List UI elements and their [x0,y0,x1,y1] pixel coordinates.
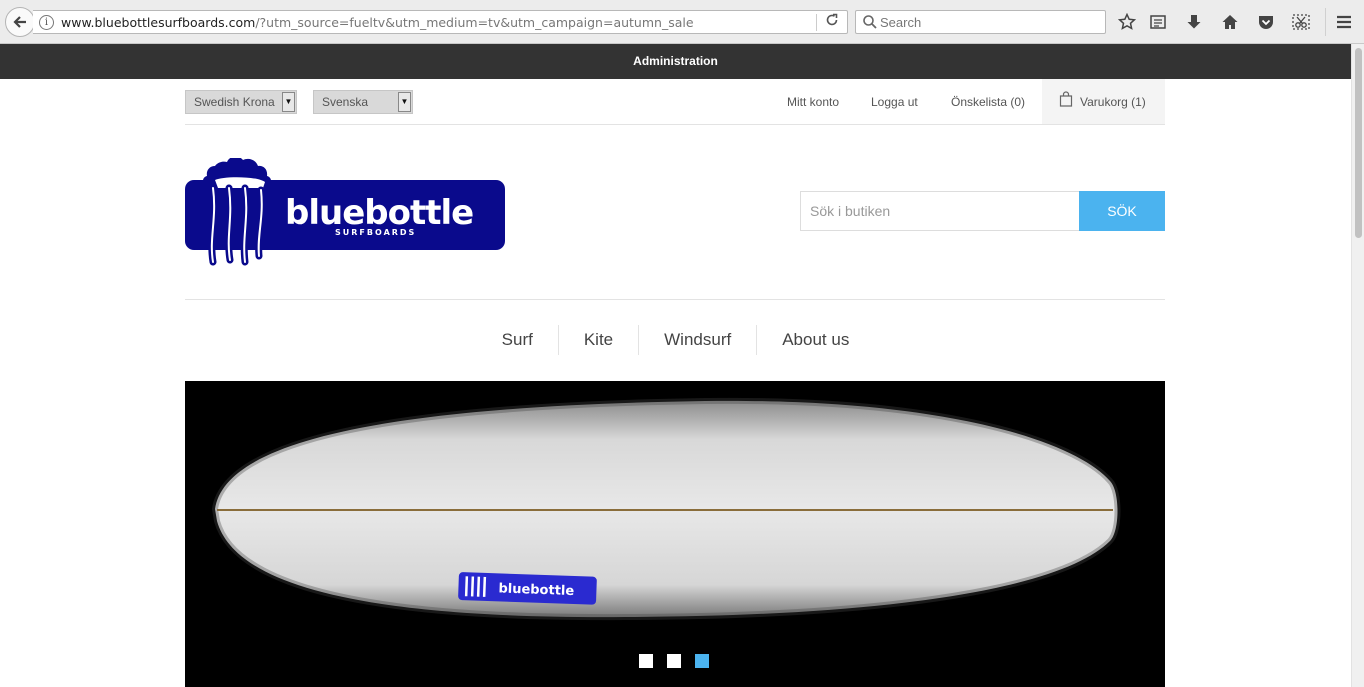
hamburger-menu-icon[interactable] [1333,11,1355,33]
shopping-bag-icon [1059,91,1073,107]
bookmark-star-icon[interactable] [1116,11,1138,33]
chevron-down-icon[interactable]: ▼ [282,92,295,112]
pocket-icon[interactable] [1255,11,1277,33]
download-icon[interactable] [1183,11,1205,33]
logo-text: bluebottle [285,193,473,233]
logout-link[interactable]: Logga ut [871,95,918,109]
back-arrow-icon [13,16,26,28]
url-text[interactable]: www.bluebottlesurfboards.com/?utm_source… [61,15,694,30]
menu-item-windsurf[interactable]: Windsurf [638,325,756,355]
reading-list-icon[interactable] [1147,11,1169,33]
page-scrollbar[interactable] [1351,44,1364,687]
bluebottle-logo-image: bluebottle SURFBOARDS [185,156,505,266]
my-account-link[interactable]: Mitt konto [787,95,839,109]
menu-item-about-us[interactable]: About us [756,325,874,355]
url-divider [816,14,817,31]
menu-divider [185,299,1165,300]
currency-select-value: Swedish Krona [194,95,275,109]
back-button[interactable] [5,7,35,37]
slider-dots [639,654,709,668]
home-icon[interactable] [1219,11,1241,33]
info-icon[interactable]: i [39,15,54,30]
store-search-button[interactable]: SÖK [1079,191,1165,231]
board-logo-text: bluebottle [498,581,574,599]
url-path: /?utm_source=fueltv&utm_medium=tv&utm_ca… [255,15,694,30]
slider-dot-1[interactable] [639,654,653,668]
slider-dot-2[interactable] [667,654,681,668]
browser-search-bar[interactable]: Search [855,10,1106,34]
wishlist-link[interactable]: Önskelista (0) [951,95,1025,109]
admin-bar-label[interactable]: Administration [633,54,718,68]
header-divider [185,124,1165,125]
store-search-placeholder: Sök i butiken [810,203,891,219]
cart-label: Varukorg (1) [1080,95,1146,109]
main-menu: Surf Kite Windsurf About us [0,325,1351,355]
currency-select[interactable]: Swedish Krona ▼ [185,90,297,114]
store-search-input[interactable]: Sök i butiken [800,191,1080,231]
search-icon [863,15,877,29]
admin-bar[interactable]: Administration [0,44,1351,79]
menu-item-kite[interactable]: Kite [557,325,638,355]
slider-dot-3-active[interactable] [695,654,709,668]
chevron-down-icon[interactable]: ▼ [398,92,411,112]
board-logo: bluebottle [458,572,597,605]
toolbar-divider [1325,8,1326,36]
reload-icon[interactable] [825,13,839,30]
language-select-value: Svenska [322,95,369,109]
browser-toolbar: i www.bluebottlesurfboards.com/?utm_sour… [0,0,1364,44]
menu-item-surf[interactable]: Surf [477,325,558,355]
site-logo[interactable]: bluebottle SURFBOARDS [185,156,507,266]
language-select[interactable]: Svenska ▼ [313,90,413,114]
cart-link[interactable]: Varukorg (1) [1042,79,1165,124]
logo-subtext: SURFBOARDS [335,228,416,237]
url-host: www.bluebottlesurfboards.com [61,15,256,30]
scrollbar-thumb[interactable] [1355,48,1362,238]
surfboard-image: bluebottle [211,397,1121,621]
screenshot-icon[interactable] [1290,11,1312,33]
url-bar[interactable]: i www.bluebottlesurfboards.com/?utm_sour… [33,10,848,34]
hero-slider[interactable]: bluebottle [185,381,1165,687]
browser-search-placeholder: Search [880,15,922,30]
